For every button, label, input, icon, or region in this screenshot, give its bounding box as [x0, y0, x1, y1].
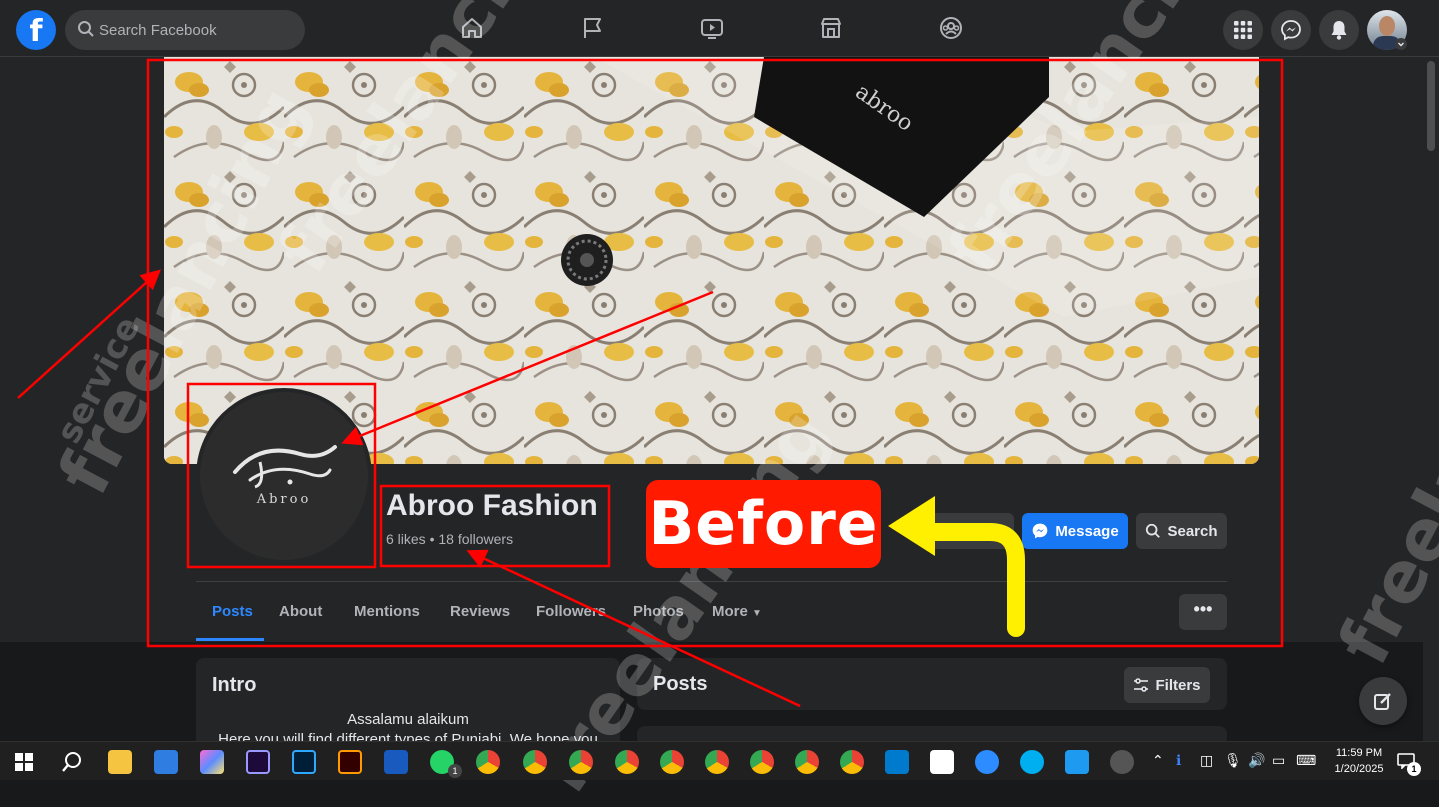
clock-time: 11:59 PM: [1335, 747, 1383, 759]
zoom-icon[interactable]: [975, 750, 999, 774]
chrome-icon[interactable]: [523, 750, 547, 774]
chrome-icon[interactable]: [615, 750, 639, 774]
keyboard-icon[interactable]: ⌨: [1296, 752, 1316, 769]
app-icon[interactable]: [1065, 750, 1089, 774]
copilot-icon[interactable]: [200, 750, 224, 774]
file-explorer-icon[interactable]: [108, 750, 132, 774]
chrome-icon[interactable]: [660, 750, 684, 774]
skype-icon[interactable]: [1020, 750, 1044, 774]
tray-chevron-up-icon[interactable]: ⌃: [1152, 752, 1164, 769]
photoshop-icon[interactable]: [292, 750, 316, 774]
notification-badge: 1: [1407, 762, 1421, 776]
chrome-icon[interactable]: [569, 750, 593, 774]
clock-date: 1/20/2025: [1334, 763, 1384, 775]
obs-icon[interactable]: [1110, 750, 1134, 774]
illustrator-icon[interactable]: [338, 750, 362, 774]
chrome-icon[interactable]: [840, 750, 864, 774]
whatsapp-badge: 1: [448, 764, 462, 778]
word-icon[interactable]: [384, 750, 408, 774]
chrome-icon[interactable]: [705, 750, 729, 774]
info-icon[interactable]: ℹ: [1176, 752, 1181, 769]
vscode-icon[interactable]: [885, 750, 909, 774]
windows-taskbar: 1 ⌃ ℹ ◫ 🎙 🔊 ▭ ⌨ 11:59 PM 1/20/2025 1: [0, 741, 1439, 780]
system-clock[interactable]: 11:59 PM 1/20/2025: [1326, 745, 1392, 777]
volume-icon[interactable]: 🔊: [1248, 752, 1265, 769]
chrome-icon[interactable]: [476, 750, 500, 774]
network-icon[interactable]: ◫: [1200, 752, 1213, 769]
taskbar-search-icon[interactable]: [61, 751, 83, 773]
premiere-icon[interactable]: [246, 750, 270, 774]
battery-icon[interactable]: ▭: [1272, 752, 1285, 769]
chrome-icon[interactable]: [750, 750, 774, 774]
before-label: Before: [646, 480, 881, 568]
microphone-icon[interactable]: 🎙: [1224, 752, 1242, 769]
store-icon[interactable]: [154, 750, 178, 774]
windows-start-icon[interactable]: [15, 753, 33, 771]
capcut-icon[interactable]: [930, 750, 954, 774]
chrome-icon[interactable]: [795, 750, 819, 774]
annotation-overlay: [17, 58, 1284, 708]
